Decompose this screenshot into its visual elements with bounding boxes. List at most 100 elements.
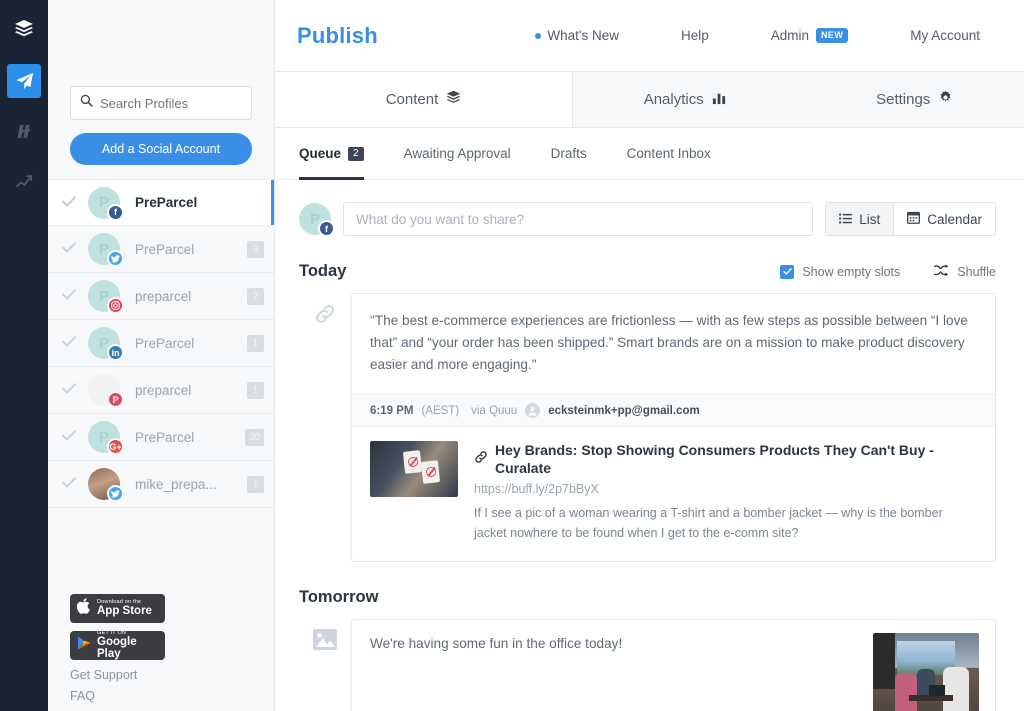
avatar: [88, 468, 120, 500]
google-play-icon: [77, 635, 92, 656]
google-play-big: Google Play: [97, 636, 158, 660]
profile-row-facebook-preparcel[interactable]: P f PreParcel: [48, 179, 274, 226]
tab-awaiting-approval[interactable]: Awaiting Approval: [404, 128, 511, 180]
gear-icon: [938, 90, 953, 109]
profile-name: mike_prepa...: [135, 477, 247, 492]
search-profiles-wrap: [48, 70, 274, 120]
sidebar-item-publish[interactable]: [7, 64, 41, 98]
nav-help[interactable]: Help: [681, 28, 709, 43]
calendar-icon: [907, 211, 920, 227]
facebook-icon: f: [107, 204, 124, 221]
profile-row-twitter-preparcel[interactable]: P PreParcel 3: [48, 226, 274, 273]
link-glyph-icon: [474, 450, 488, 468]
profile-queue-count: 30: [245, 429, 264, 446]
search-input[interactable]: [100, 96, 242, 111]
post-author: ecksteinmk+pp@gmail.com: [548, 405, 700, 417]
new-dot-icon: [535, 33, 541, 39]
post-card[interactable]: We're having some fun in the office toda…: [351, 619, 996, 711]
day-header-today: Today Show empty slots: [299, 262, 996, 281]
faq-link[interactable]: FAQ: [70, 689, 252, 703]
view-toggle: List Calendar: [825, 202, 996, 236]
tab-queue[interactable]: Queue 2: [299, 128, 364, 180]
link-url: https://buff.ly/2p7bByX: [474, 482, 977, 496]
avatar: P: [88, 280, 120, 312]
get-support-link[interactable]: Get Support: [70, 668, 252, 682]
search-profiles-box[interactable]: [70, 86, 252, 120]
check-icon: [62, 334, 84, 352]
nav-admin[interactable]: Admin NEW: [771, 28, 848, 43]
profile-queue-count: 2: [247, 288, 264, 305]
profile-list: P f PreParcel P PreParcel 3: [48, 179, 274, 508]
day-header-tomorrow: Tomorrow: [299, 588, 996, 607]
queue-post-tomorrow: We're having some fun in the office toda…: [299, 619, 996, 711]
add-social-account-button[interactable]: Add a Social Account: [70, 133, 252, 165]
twitter-icon: [107, 485, 124, 502]
tab-awaiting-approval-label: Awaiting Approval: [404, 146, 511, 161]
list-view-label: List: [859, 212, 880, 227]
nav-help-label: Help: [681, 28, 709, 43]
tab-settings[interactable]: Settings: [876, 90, 953, 109]
avatar: P G+: [88, 421, 120, 453]
profile-name: PreParcel: [135, 242, 247, 257]
top-header: Publish What's New Help Admin NEW My Acc…: [275, 0, 1024, 72]
calendar-view-label: Calendar: [927, 212, 982, 227]
profile-row-instagram-preparcel[interactable]: P preparcel 2: [48, 273, 274, 320]
main-panel: Publish What's New Help Admin NEW My Acc…: [275, 0, 1024, 711]
top-nav: What's New Help Admin NEW My Account: [535, 28, 1024, 43]
profile-name: preparcel: [135, 289, 247, 304]
check-icon: [62, 475, 84, 493]
composer: P f List: [299, 202, 996, 236]
app-store-badge[interactable]: Download on the App Store: [70, 594, 165, 623]
new-badge: NEW: [816, 28, 848, 43]
check-icon: [62, 381, 84, 399]
facebook-icon: f: [318, 220, 335, 237]
link-icon: [299, 293, 351, 325]
link-thumbnail: [370, 441, 458, 497]
profile-row-pinterest-preparcel[interactable]: P preparcel 1: [48, 367, 274, 414]
nav-whats-new-label: What's New: [547, 28, 619, 43]
bar-chart-icon: [712, 90, 727, 109]
tab-content-label: Content: [386, 91, 439, 108]
buffer-logo-icon[interactable]: [7, 12, 41, 46]
avatar: P: [88, 374, 120, 406]
nav-whats-new[interactable]: What's New: [535, 28, 619, 43]
instagram-icon: [107, 297, 124, 314]
apple-icon: [77, 597, 92, 620]
avatar: P in: [88, 327, 120, 359]
post-text: We're having some fun in the office toda…: [352, 620, 873, 711]
profile-row-linkedin-preparcel[interactable]: P in PreParcel 1: [48, 320, 274, 367]
day-tools: Show empty slots Shuffle: [780, 264, 996, 280]
linkedin-icon: in: [107, 344, 124, 361]
tab-analytics-label: Analytics: [644, 91, 704, 108]
day-title: Tomorrow: [299, 588, 378, 607]
profile-name: preparcel: [135, 383, 247, 398]
checkbox-checked-icon: [780, 265, 794, 279]
link-preview-card[interactable]: Hey Brands: Stop Showing Consumers Produ…: [352, 426, 995, 561]
profile-name: PreParcel: [135, 430, 245, 445]
profile-row-googleplus-preparcel[interactable]: P G+ PreParcel 30: [48, 414, 274, 461]
composer-input[interactable]: [343, 202, 813, 236]
tab-drafts[interactable]: Drafts: [551, 128, 587, 180]
list-icon: [839, 212, 852, 227]
layers-icon: [446, 90, 461, 109]
post-via: via Quuu: [471, 405, 517, 417]
queue-count-badge: 2: [348, 147, 364, 161]
sidebar-item-analyze[interactable]: [7, 164, 41, 198]
google-play-badge[interactable]: GET IT ON Google Play: [70, 631, 165, 660]
post-card[interactable]: "The best e-commerce experiences are fri…: [351, 293, 996, 562]
tab-content[interactable]: Content: [275, 72, 572, 127]
avatar: P f: [88, 187, 120, 219]
nav-my-account[interactable]: My Account: [910, 28, 980, 43]
shuffle-button[interactable]: Shuffle: [934, 264, 996, 280]
show-empty-slots-toggle[interactable]: Show empty slots: [780, 265, 900, 279]
sidebar-item-reply[interactable]: [7, 114, 41, 148]
tab-content-inbox[interactable]: Content Inbox: [627, 128, 711, 180]
list-view-button[interactable]: List: [826, 203, 893, 235]
profile-row-twitter-mike[interactable]: mike_prepa... 1: [48, 461, 274, 508]
calendar-view-button[interactable]: Calendar: [893, 203, 995, 235]
link-title-text: Hey Brands: Stop Showing Consumers Produ…: [495, 441, 977, 477]
tab-analytics[interactable]: Analytics: [644, 90, 727, 109]
post-text: "The best e-commerce experiences are fri…: [352, 294, 995, 394]
profile-queue-count: 3: [247, 241, 264, 258]
composer-avatar: P f: [299, 203, 331, 235]
